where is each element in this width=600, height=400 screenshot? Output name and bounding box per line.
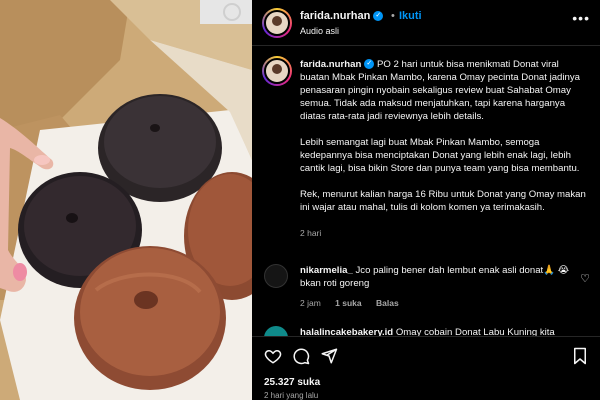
caption-verified-badge-icon: ✓ <box>364 59 375 70</box>
caption-paragraph-2: Lebih semangat lagi buat Mbak Pinkan Mam… <box>300 137 580 174</box>
commenter-avatar[interactable] <box>264 326 288 336</box>
comment-likes[interactable]: 1 suka <box>335 298 361 308</box>
comment-icon[interactable] <box>292 347 310 370</box>
commenter-username[interactable]: nikarmelia_ <box>300 265 353 276</box>
heart-icon[interactable] <box>264 347 282 370</box>
bookmark-icon[interactable] <box>572 347 588 370</box>
reply-button[interactable]: Balas <box>376 298 399 308</box>
comment-text: Omay cobain Donat Labu Kuning kita <box>395 327 555 336</box>
post-photo[interactable] <box>0 0 252 400</box>
comment-time: 2 jam <box>300 298 321 308</box>
caption-time: 2 hari <box>300 228 322 238</box>
post-caption: farida.nurhan ✓ PO 2 hari untuk bisa meni… <box>300 58 590 253</box>
donut-box-image <box>0 0 252 400</box>
caption-paragraph-1: farida.nurhan ✓ PO 2 hari untuk bisa meni… <box>300 58 590 123</box>
post-date: 2 hari yang lalu <box>264 391 319 400</box>
comment-body: nikarmelia_ Jco paling bener dah lembut … <box>300 264 570 290</box>
commenter-username[interactable]: halalincakebakery.id <box>300 327 393 336</box>
post-actions-bar: 25.327 suka 2 hari yang lalu <box>252 336 600 400</box>
comments-scroll-area[interactable]: farida.nurhan ✓ PO 2 hari untuk bisa meni… <box>252 46 600 336</box>
comment-like-heart-icon[interactable]: ♡ <box>580 272 590 285</box>
post-header: farida.nurhan ✓ • Ikuti Audio asli ••• <box>252 0 600 46</box>
comment-meta: 2 jam 1 suka Balas <box>300 298 411 308</box>
author-username-text[interactable]: farida.nurhan <box>300 10 370 22</box>
caption-author-avatar[interactable] <box>262 56 292 86</box>
audio-label[interactable]: Audio asli <box>300 26 339 36</box>
post-details-panel: farida.nurhan ✓ • Ikuti Audio asli ••• fa… <box>252 0 600 400</box>
caption-paragraph-3: Rek, menurut kalian harga 16 Ribu untuk … <box>300 189 586 213</box>
verified-badge-icon: ✓ <box>373 11 384 22</box>
more-options-icon[interactable]: ••• <box>572 10 590 26</box>
send-icon[interactable] <box>320 347 338 370</box>
comment-body: halalincakebakery.id Omay cobain Donat L… <box>300 326 570 336</box>
commenter-avatar[interactable] <box>264 264 288 288</box>
follow-button[interactable]: Ikuti <box>399 10 422 22</box>
separator-dot: • <box>391 10 395 22</box>
author-avatar[interactable] <box>262 8 292 38</box>
caption-username[interactable]: farida.nurhan <box>300 59 361 70</box>
author-username[interactable]: farida.nurhan ✓ <box>300 10 384 22</box>
likes-count[interactable]: 25.327 suka <box>264 377 320 388</box>
